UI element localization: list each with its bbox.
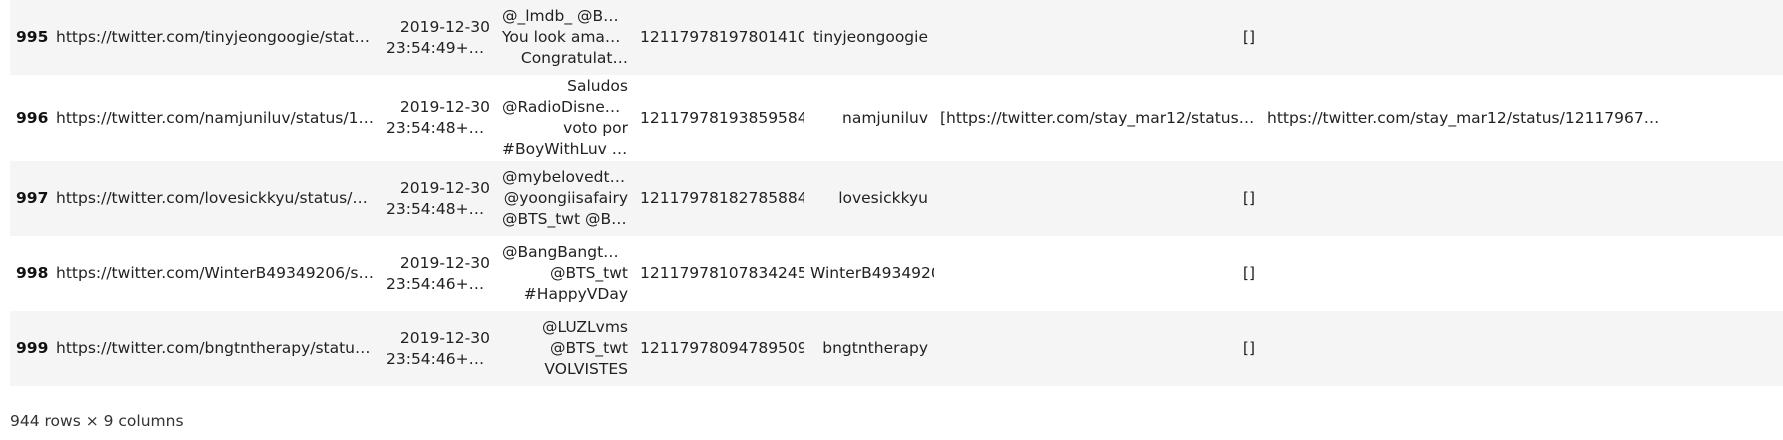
cell-id: 1211797810783424515 bbox=[640, 264, 804, 282]
cell-username: WinterB49349206 bbox=[810, 264, 934, 282]
cell-extra bbox=[1261, 0, 1783, 75]
cell-username: tinyjeongoogie bbox=[812, 28, 928, 46]
row-index: 997 bbox=[16, 189, 49, 207]
cell-date: 2019-12-3023:54:48+00:00 bbox=[386, 178, 490, 218]
cell-id: 1211797809478950914 bbox=[640, 339, 804, 357]
row-index: 999 bbox=[16, 339, 49, 357]
cell-date: 2019-12-3023:54:48+00:00 bbox=[386, 98, 490, 137]
cell-id: 1211797819780141058 bbox=[640, 28, 804, 46]
cell-date: 2019-12-3023:54:46+00:00 bbox=[386, 328, 490, 368]
cell-date: 2019-12-3023:54:46+00:00 bbox=[386, 253, 490, 293]
cell-extra bbox=[1261, 161, 1783, 236]
cell-url: https://twitter.com/bngtntherapy/status/… bbox=[56, 339, 380, 357]
cell-content: @_lmdb_ @BTS_twtYou look amazing!Congrat… bbox=[502, 7, 628, 67]
table-row: 998 https://twitter.com/WinterB49349206/… bbox=[10, 236, 1783, 311]
cell-links: [https://twitter.com/stay_mar12/status/1… bbox=[940, 108, 1261, 127]
cell-extra bbox=[1261, 311, 1783, 386]
cell-links: [] bbox=[1242, 339, 1255, 357]
cell-username: bngtntherapy bbox=[822, 339, 928, 357]
cell-url: https://twitter.com/tinyjeongoogie/statu… bbox=[56, 28, 380, 46]
cell-content: @LUZLvms @BTS_twt VOLVISTES bbox=[541, 318, 628, 378]
row-index: 995 bbox=[16, 28, 49, 46]
cell-id: 1211797818278588416 bbox=[640, 189, 804, 207]
cell-url: https://twitter.com/namjuniluv/status/12… bbox=[56, 108, 380, 127]
cell-url: https://twitter.com/lovesickkyu/status/1… bbox=[56, 189, 380, 207]
dataframe-table: 995 https://twitter.com/tinyjeongoogie/s… bbox=[10, 0, 1783, 386]
cell-links: [] bbox=[1242, 264, 1255, 282]
cell-content: @BangBangtan_Esp@BTS_twt#HappyVDay bbox=[502, 243, 628, 303]
table-row: 999 https://twitter.com/bngtntherapy/sta… bbox=[10, 311, 1783, 386]
cell-extra: https://twitter.com/stay_mar12/status/12… bbox=[1267, 108, 1660, 127]
cell-extra bbox=[1261, 236, 1783, 311]
dataframe-table-container: 995 https://twitter.com/tinyjeongoogie/s… bbox=[10, 0, 1783, 386]
cell-content: @mybelovedtaetae@yoongiisafairy@BTS_twt … bbox=[502, 168, 628, 228]
table-row: 997 https://twitter.com/lovesickkyu/stat… bbox=[10, 161, 1783, 236]
cell-id: 1211797819385958401 bbox=[640, 108, 804, 127]
row-index: 996 bbox=[16, 108, 49, 127]
table-row: 995 https://twitter.com/tinyjeongoogie/s… bbox=[10, 0, 1783, 75]
row-index: 998 bbox=[16, 264, 49, 282]
cell-links: [] bbox=[1242, 28, 1255, 46]
cell-date: 2019-12-3023:54:49+00:00 bbox=[386, 17, 490, 57]
cell-url: https://twitter.com/WinterB49349206/stat… bbox=[56, 264, 380, 282]
cell-content: Saludos @RadioDisneyLA, voto por #BoyWithLu… bbox=[502, 77, 628, 158]
table-row: 996 https://twitter.com/namjuniluv/statu… bbox=[10, 75, 1783, 161]
cell-username: lovesickkyu bbox=[838, 189, 928, 207]
cell-links: [] bbox=[1242, 189, 1255, 207]
cell-username: namjuniluv bbox=[842, 108, 928, 127]
dataframe-shape-label: 944 rows × 9 columns bbox=[10, 412, 184, 430]
